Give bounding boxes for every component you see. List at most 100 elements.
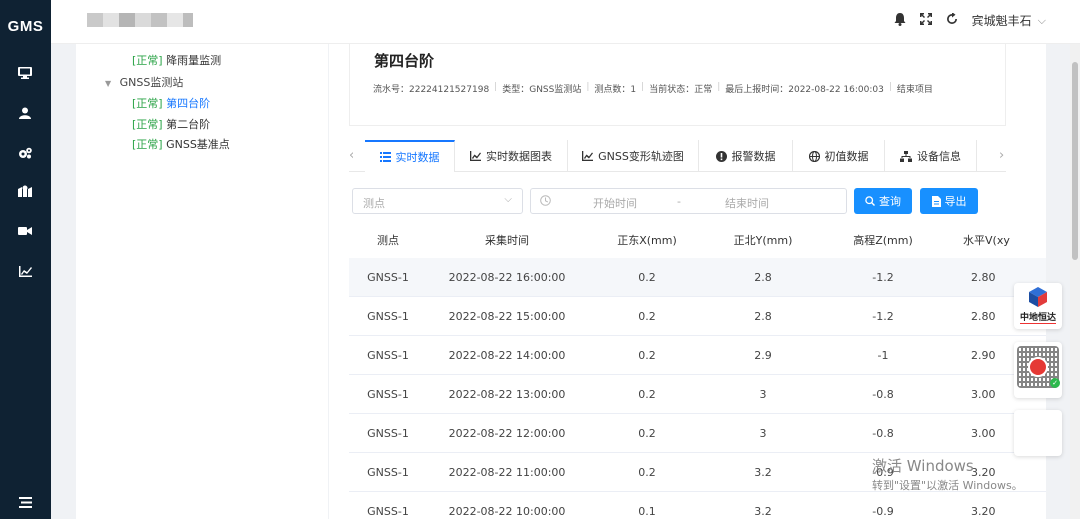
qr-code-widget[interactable]: ✓ [1014,342,1062,398]
main-panel: 第四台阶 流水号：22224121527198 | 类型：GNSS监测站 | 测点数… [329,44,1046,519]
point-select-placeholder: 测点 [363,197,385,210]
table-row[interactable]: GNSS-1 2022-08-22 15:00:00 0.2 2.8 -1.2 2.80 [349,297,1046,336]
table-cell: GNSS-1 [367,465,409,479]
meta-point-count: 测点数：1 [594,85,637,95]
meta-last-report: 最后上报时间：2022-08-22 16:00:03 [725,85,884,95]
user-icon[interactable] [14,104,36,122]
table-cell: 2022-08-22 14:00:00 [448,348,566,362]
range-separator: - [677,195,681,208]
table-row[interactable]: GNSS-1 2022-08-22 16:00:00 0.2 2.8 -1.2 2.80 [349,258,1046,297]
tabs: ‹ 实时数据 实时数据图表 GNSS变形轨迹图 报警数据 初值数据 设备信息 › [349,140,1006,172]
table-cell: 2022-08-22 13:00:00 [448,387,566,401]
table-cell: 3.2 [754,504,772,518]
meta-type: 类型：GNSS监测站 [502,85,582,95]
tab-scroll-left-icon[interactable]: ‹ [349,148,354,163]
map-icon[interactable] [14,182,36,200]
monitor-icon[interactable] [14,64,36,82]
clock-icon [540,195,551,209]
tree-group[interactable]: ▼ GNSS监测站 [105,74,183,90]
tab-gnss-trajectory[interactable]: GNSS变形轨迹图 [568,140,699,172]
video-icon[interactable] [14,222,36,240]
tree-item-label: 降雨量监测 [166,54,222,67]
scrollbar-thumb[interactable] [1072,62,1078,260]
table-cell: 0.2 [638,465,656,479]
end-project-link[interactable]: 结束项目 [897,82,933,95]
table-cell: GNSS-1 [367,426,409,440]
table-cell: 0.2 [638,309,656,323]
line-chart-icon [582,151,594,161]
refresh-icon[interactable] [946,12,958,28]
status-tag: [正常] [132,54,163,67]
user-name: 宾城魁丰石 [971,14,1032,28]
table-cell: 0.2 [638,270,656,284]
bell-icon[interactable] [894,12,906,29]
table-cell: -0.8 [872,426,894,440]
chevron-down-icon: ⌵ [1037,13,1046,27]
chart-icon[interactable] [14,262,36,280]
top-bar: 宾城魁丰石 ⌵ [51,0,1080,44]
brand-widget[interactable]: 中地恒达 [1014,283,1062,329]
table-cell: GNSS-1 [367,504,409,518]
activation-watermark-subtitle: 转到"设置"以激活 Windows。 [872,479,1023,492]
table-cell: 2022-08-22 16:00:00 [448,270,566,284]
table-cell: 2022-08-22 15:00:00 [448,309,566,323]
station-meta: 流水号：22224121527198 | 类型：GNSS监测站 | 测点数：1 | 当… [373,82,933,95]
user-menu[interactable]: 宾城魁丰石 ⌵ [972,12,1046,29]
status-tag: [正常] [132,138,163,151]
status-tag: [正常] [132,97,163,110]
station-header: 第四台阶 流水号：22224121527198 | 类型：GNSS监测站 | 测点数… [349,44,1006,126]
column-header[interactable]: 采集时间 [427,222,587,258]
tree-item[interactable]: [正常] 第二台阶 [132,116,210,132]
column-header[interactable]: 测点 [349,222,427,258]
tree-item[interactable]: [正常] GNSS基准点 [132,136,230,152]
fullscreen-icon[interactable] [919,13,932,28]
table-row[interactable]: GNSS-1 2022-08-22 10:00:00 0.1 3.2 -0.9 3.20 [349,492,1046,519]
table-cell: GNSS-1 [367,270,409,284]
export-button[interactable]: 导出 [920,188,978,214]
table-header: 测点 采集时间 正东X(mm) 正北Y(mm) 高程Z(mm) 水平V(xy [349,222,1046,258]
table-row[interactable]: GNSS-1 2022-08-22 13:00:00 0.2 3 -0.8 3.00 [349,375,1046,414]
start-time-input[interactable]: 开始时间 [593,195,637,211]
tab-realtime-chart[interactable]: 实时数据图表 [455,140,568,172]
empty-widget[interactable] [1014,410,1062,456]
list-icon [379,152,391,162]
date-range-picker[interactable]: 开始时间 - 结束时间 [530,188,847,214]
tab-initial-data[interactable]: 初值数据 [793,140,885,172]
table-cell: 2.9 [754,348,772,362]
table-cell: 3 [759,426,767,440]
page-title: 第四台阶 [374,52,435,70]
table-row[interactable]: GNSS-1 2022-08-22 12:00:00 0.2 3 -0.8 3.00 [349,414,1046,453]
tree-item[interactable]: [正常] 第四台阶 [132,95,210,111]
column-header[interactable]: 正东X(mm) [587,222,707,258]
table-cell: 0.2 [638,426,656,440]
status-tag: [正常] [132,118,163,131]
tab-alarm-data[interactable]: 报警数据 [699,140,793,172]
cube-logo-icon [1028,287,1048,310]
tab-scroll-right-icon[interactable]: › [999,148,1004,163]
column-header[interactable]: 高程Z(mm) [819,222,947,258]
tab-device-info[interactable]: 设备信息 [885,140,977,172]
search-icon [865,196,875,206]
brand-logo[interactable]: GMS [0,0,51,52]
table-cell: -1.2 [872,270,894,284]
point-select[interactable]: 测点 ⌵ [352,188,523,214]
table-cell: GNSS-1 [367,348,409,362]
end-time-input[interactable]: 结束时间 [725,195,769,211]
tab-realtime-data[interactable]: 实时数据 [365,140,455,172]
tree-item-label: 第四台阶 [166,97,211,110]
table-cell: -0.8 [872,387,894,401]
gears-icon[interactable] [14,144,36,162]
line-chart-icon [470,151,481,161]
table-cell: 0.1 [638,504,656,518]
query-button[interactable]: 查询 [854,188,912,214]
activation-watermark-title: 激活 Windows [872,457,974,475]
column-header[interactable]: 正北Y(mm) [707,222,819,258]
table-cell: 2.8 [754,309,772,323]
table-row[interactable]: GNSS-1 2022-08-22 14:00:00 0.2 2.9 -1 2.90 [349,336,1046,375]
column-header[interactable]: 水平V(xy [947,222,1046,258]
caret-down-icon[interactable]: ▼ [105,79,111,88]
tree-item[interactable]: [正常] 降雨量监测 [132,52,221,68]
table-cell: -0.9 [872,504,894,518]
tree-group-label: GNSS监测站 [119,76,184,89]
menu-icon[interactable] [14,493,36,511]
